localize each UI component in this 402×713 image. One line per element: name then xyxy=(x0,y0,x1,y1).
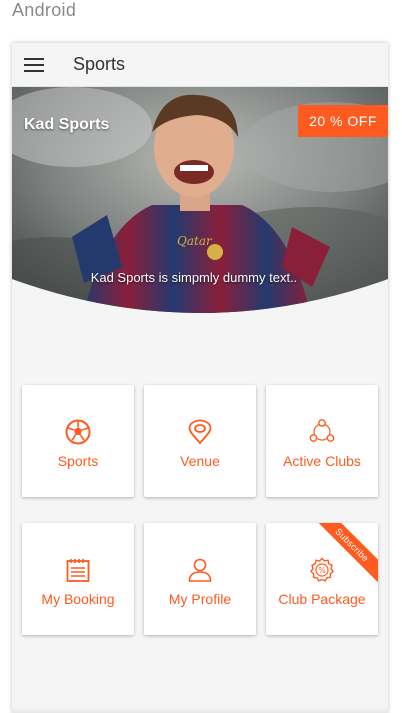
hamburger-menu-icon[interactable] xyxy=(12,43,56,87)
hero-title: Kad Sports xyxy=(24,116,110,133)
tile-my-booking[interactable]: My Booking xyxy=(22,523,134,635)
user-icon xyxy=(188,558,212,582)
phone-screen: Sports Qatar Kad Sports 20 % OFF Kad Spo… xyxy=(12,43,388,713)
tile-label: Sports xyxy=(57,453,99,469)
percent-badge-icon: % xyxy=(310,557,334,582)
clubs-network-icon xyxy=(309,419,335,442)
tile-label: Club Package xyxy=(278,591,366,607)
tile-label: Active Clubs xyxy=(283,453,361,469)
tile-label: My Profile xyxy=(168,591,232,607)
offer-badge[interactable]: 20 % OFF xyxy=(298,105,388,137)
hero-banner[interactable]: Qatar Kad Sports 20 % OFF Kad Sports is … xyxy=(12,87,388,321)
svg-text:Qatar: Qatar xyxy=(177,234,213,248)
tile-label: Venue xyxy=(180,453,220,469)
platform-label: Android xyxy=(12,0,77,20)
tile-active-clubs[interactable]: Active Clubs xyxy=(266,385,378,497)
tile-label: My Booking xyxy=(41,591,115,607)
location-pin-icon xyxy=(188,419,212,445)
tile-sports[interactable]: Sports xyxy=(22,385,134,497)
tile-my-profile[interactable]: My Profile xyxy=(144,523,256,635)
hero-caption: Kad Sports is simpmly dummy text.. xyxy=(90,270,298,285)
soccer-ball-icon xyxy=(65,419,91,445)
calendar-list-icon xyxy=(66,559,90,582)
app-title: Sports xyxy=(73,54,126,74)
svg-text:%: % xyxy=(318,566,326,575)
app-bar: Sports xyxy=(12,43,388,87)
tile-club-package[interactable]: % Club Package Subscribe xyxy=(266,523,378,635)
tile-venue[interactable]: Venue xyxy=(144,385,256,497)
bottom-edge xyxy=(12,707,388,713)
